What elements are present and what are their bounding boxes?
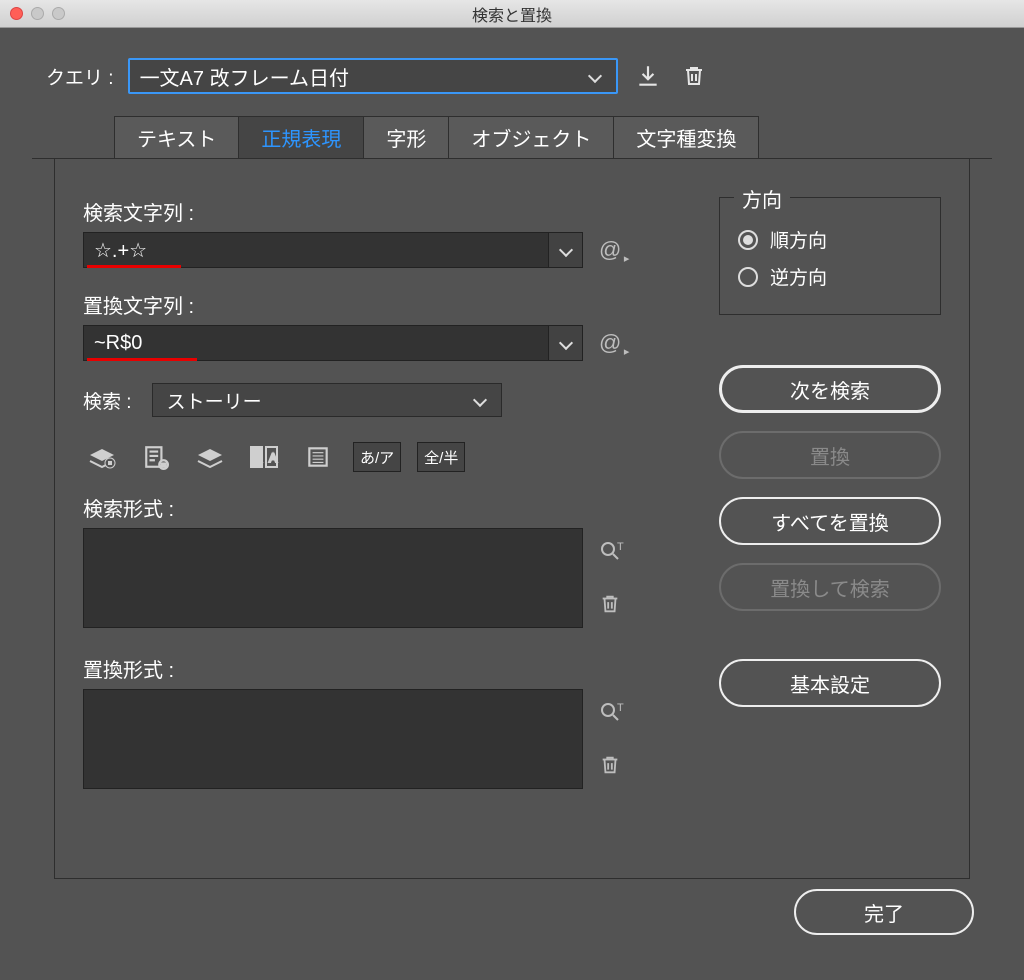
replace-label: 置換文字列 : [83, 290, 689, 319]
svg-text:T: T [617, 541, 624, 553]
replace-format-label: 置換形式 : [83, 654, 689, 683]
direction-backward-row[interactable]: 逆方向 [738, 263, 922, 290]
clear-replace-format-button[interactable] [599, 753, 625, 777]
direction-forward-label: 順方向 [770, 226, 827, 253]
scope-dropdown[interactable]: ストーリー [152, 383, 502, 417]
locked-stories-icon[interactable] [137, 441, 175, 473]
direction-legend: 方向 [734, 184, 790, 213]
change-button: 置換 [719, 431, 941, 479]
kana-sensitivity-toggle[interactable]: あ/ア [353, 442, 401, 472]
replace-format-box[interactable] [83, 689, 583, 789]
search-options-strip: AA あ/ア 全/半 [83, 441, 689, 473]
specify-find-format-button[interactable]: T [599, 540, 625, 562]
tab-transliterate[interactable]: 文字種変換 [614, 116, 759, 159]
chevron-down-icon [473, 393, 487, 407]
radio-forward[interactable] [738, 230, 758, 250]
chevron-down-icon [559, 243, 573, 257]
window-controls [10, 7, 65, 20]
find-format-box[interactable] [83, 528, 583, 628]
window-title: 検索と置換 [0, 2, 1024, 26]
query-dropdown[interactable]: 一文A7 改フレーム日付 [128, 58, 618, 94]
scope-label: 検索 : [83, 387, 132, 414]
delete-query-button[interactable] [678, 60, 710, 92]
radio-backward[interactable] [738, 267, 758, 287]
change-all-button[interactable]: すべてを置換 [719, 497, 941, 545]
special-chars-replace-button[interactable]: @▸ [599, 330, 621, 356]
master-pages-icon[interactable]: AA [245, 441, 283, 473]
titlebar: 検索と置換 [0, 0, 1024, 28]
zoom-window-icon [52, 7, 65, 20]
fewer-options-button[interactable]: 基本設定 [719, 659, 941, 707]
find-input[interactable] [84, 233, 548, 267]
tab-glyph[interactable]: 字形 [364, 116, 449, 159]
find-history-dropdown[interactable] [548, 233, 582, 267]
tab-bar: テキスト 正規表現 字形 オブジェクト 文字種変換 [114, 116, 1014, 159]
close-window-icon[interactable] [10, 7, 23, 20]
width-sensitivity-toggle[interactable]: 全/半 [417, 442, 465, 472]
minimize-window-icon [31, 7, 44, 20]
query-selected-value: 一文A7 改フレーム日付 [140, 62, 349, 91]
direction-fieldset: 方向 順方向 逆方向 [719, 197, 941, 315]
clear-find-format-button[interactable] [599, 592, 625, 616]
done-button[interactable]: 完了 [794, 889, 974, 935]
tab-object[interactable]: オブジェクト [449, 116, 614, 159]
svg-text:A: A [269, 451, 277, 465]
specify-replace-format-button[interactable]: T [599, 701, 625, 723]
underline-annotation [87, 358, 197, 361]
direction-forward-row[interactable]: 順方向 [738, 226, 922, 253]
replace-history-dropdown[interactable] [548, 326, 582, 360]
change-find-button: 置換して検索 [719, 563, 941, 611]
direction-backward-label: 逆方向 [770, 263, 827, 290]
scope-selected-value: ストーリー [167, 387, 262, 414]
tab-grep[interactable]: 正規表現 [239, 116, 364, 159]
find-label: 検索文字列 : [83, 197, 689, 226]
underline-annotation [87, 265, 181, 268]
chevron-down-icon [588, 69, 602, 83]
replace-input[interactable] [84, 326, 548, 360]
special-chars-find-button[interactable]: @▸ [599, 237, 621, 263]
query-label: クエリ : [46, 63, 114, 90]
footnotes-icon[interactable] [299, 441, 337, 473]
find-combo [83, 232, 583, 268]
save-query-button[interactable] [632, 60, 664, 92]
hidden-layers-icon[interactable] [191, 441, 229, 473]
find-format-label: 検索形式 : [83, 493, 689, 522]
locked-layers-icon[interactable] [83, 441, 121, 473]
tab-text[interactable]: テキスト [114, 116, 239, 159]
replace-combo [83, 325, 583, 361]
svg-text:T: T [617, 702, 624, 714]
svg-text:A: A [254, 451, 262, 465]
find-next-button[interactable]: 次を検索 [719, 365, 941, 413]
chevron-down-icon [559, 336, 573, 350]
